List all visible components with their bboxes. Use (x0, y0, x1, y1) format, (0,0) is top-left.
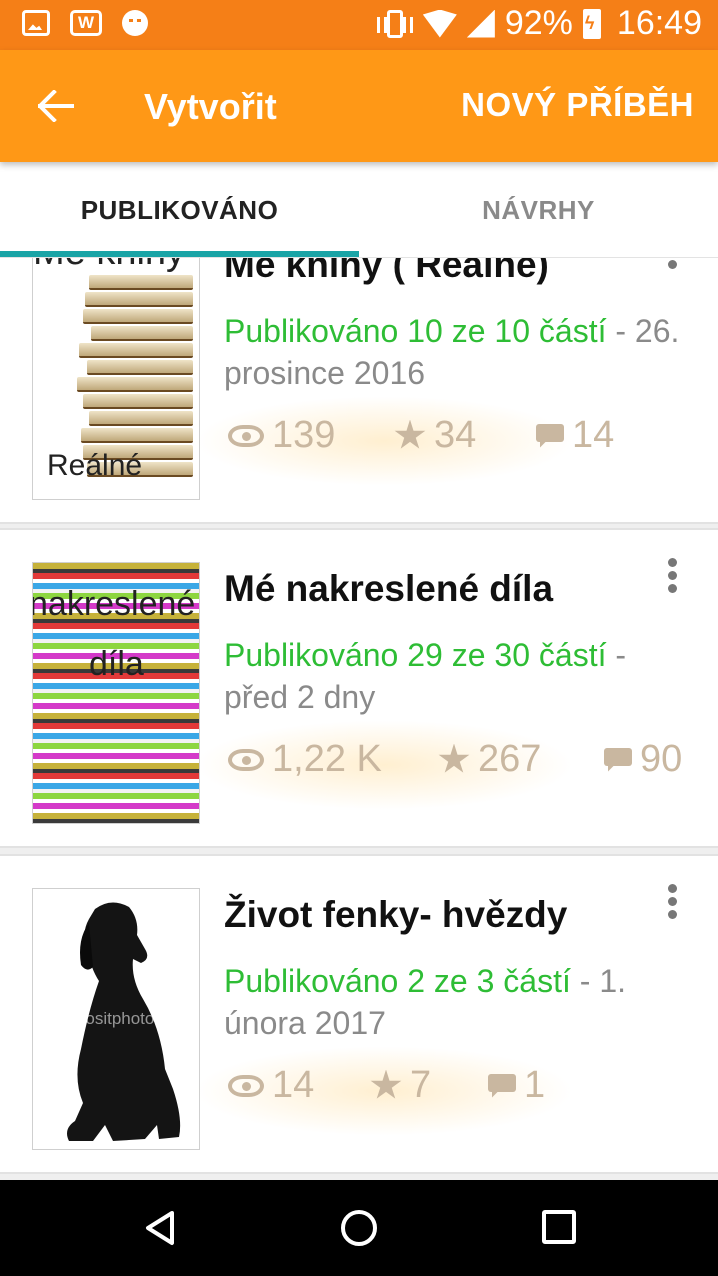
cover-title: nakreslené (32, 585, 196, 623)
votes-stat: 34 (394, 414, 476, 457)
app-bar: Vytvořit NOVÝ PŘÍBĚH (0, 50, 718, 162)
notification-icons: W (22, 10, 148, 36)
story-list[interactable]: Mé knihy Reálné Mé knihy ( Reálné) Publi… (0, 258, 718, 1180)
cover-subtitle: Reálné (47, 449, 143, 482)
new-story-button[interactable]: NOVÝ PŘÍBĚH (461, 86, 694, 124)
published-parts: Publikováno 29 ze 30 částí (224, 637, 607, 673)
story-status: Publikováno 2 ze 3 částí - 1. února 2017 (224, 960, 694, 1044)
eye-icon (228, 424, 264, 447)
system-nav-bar (0, 1180, 718, 1276)
comments-count: 90 (640, 738, 683, 780)
views-stat: 139 (228, 414, 335, 457)
story-status: Publikováno 29 ze 30 částí - před 2 dny (224, 634, 694, 718)
more-options-icon[interactable] (668, 558, 678, 594)
clock: 16:49 (616, 4, 702, 42)
comments-stat: 90 (604, 738, 682, 781)
eye-icon (228, 748, 264, 771)
story-stats: 14 7 1 (194, 1046, 704, 1136)
comment-icon (488, 1073, 516, 1098)
chat-icon (122, 10, 148, 36)
story-card[interactable]: Mé knihy Reálné Mé knihy ( Reálné) Publi… (0, 258, 718, 524)
tab-indicator (0, 251, 359, 257)
comment-icon (536, 423, 564, 448)
nav-recents-icon[interactable] (542, 1210, 576, 1244)
votes-stat: 7 (370, 1064, 431, 1107)
published-parts: Publikováno 2 ze 3 částí (224, 963, 571, 999)
cover-title: Mé knihy (33, 258, 185, 274)
comments-stat: 1 (488, 1064, 545, 1107)
page-title: Vytvořit (144, 86, 277, 127)
system-icons: 92% 16:49 (376, 4, 702, 43)
tab-bar: PUBLIKOVÁNO NÁVRHY (0, 162, 718, 258)
votes-count: 267 (478, 738, 542, 780)
more-options-icon[interactable] (668, 258, 678, 270)
eye-icon (228, 1074, 264, 1097)
vibrate-icon (376, 9, 413, 38)
tab-drafts[interactable]: NÁVRHY (359, 162, 718, 258)
story-title[interactable]: Život fenky- hvězdy (224, 894, 654, 936)
votes-stat: 267 (438, 738, 541, 781)
comments-count: 14 (572, 414, 615, 456)
more-options-icon[interactable] (668, 884, 678, 920)
comment-icon (604, 747, 632, 772)
votes-count: 7 (410, 1064, 432, 1106)
cover-subtitle: díla (89, 645, 144, 683)
comments-stat: 14 (536, 414, 614, 457)
nav-home-icon[interactable] (341, 1210, 377, 1246)
star-icon (394, 419, 426, 449)
nav-back-icon[interactable] (142, 1210, 178, 1246)
battery-charging-icon (582, 8, 601, 39)
image-icon (22, 10, 50, 36)
star-icon (438, 743, 470, 773)
wifi-icon (422, 9, 457, 38)
story-cover-image[interactable]: Mé knihy Reálné (32, 258, 200, 500)
signal-icon (466, 9, 495, 38)
story-title[interactable]: Mé nakreslené díla (224, 568, 654, 610)
story-status: Publikováno 10 ze 10 částí - 26. prosinc… (224, 310, 694, 394)
watermark-text: depositphotos (57, 1009, 163, 1028)
views-stat: 14 (228, 1064, 314, 1107)
votes-count: 34 (434, 414, 477, 456)
story-cover-image[interactable]: depositphotos (32, 888, 200, 1150)
published-parts: Publikováno 10 ze 10 částí (224, 313, 607, 349)
views-stat: 1,22 K (228, 738, 382, 781)
views-count: 14 (272, 1064, 315, 1106)
tab-published[interactable]: PUBLIKOVÁNO (0, 162, 359, 258)
story-cover-image[interactable]: nakreslené díla (32, 562, 200, 824)
views-count: 1,22 K (272, 738, 382, 780)
views-count: 139 (272, 414, 336, 456)
star-icon (370, 1069, 402, 1099)
status-bar: W 92% 16:49 (0, 0, 718, 50)
battery-percent: 92% (504, 4, 573, 42)
story-card[interactable]: nakreslené díla Mé nakreslené díla Publi… (0, 528, 718, 848)
story-stats: 1,22 K 267 90 (194, 720, 704, 810)
back-arrow-icon[interactable] (38, 90, 74, 122)
story-stats: 139 34 14 (194, 396, 704, 486)
story-title[interactable]: Mé knihy ( Reálné) (224, 258, 654, 286)
comments-count: 1 (524, 1064, 546, 1106)
w-app-icon: W (70, 10, 102, 36)
story-card[interactable]: depositphotos Život fenky- hvězdy Publik… (0, 854, 718, 1174)
